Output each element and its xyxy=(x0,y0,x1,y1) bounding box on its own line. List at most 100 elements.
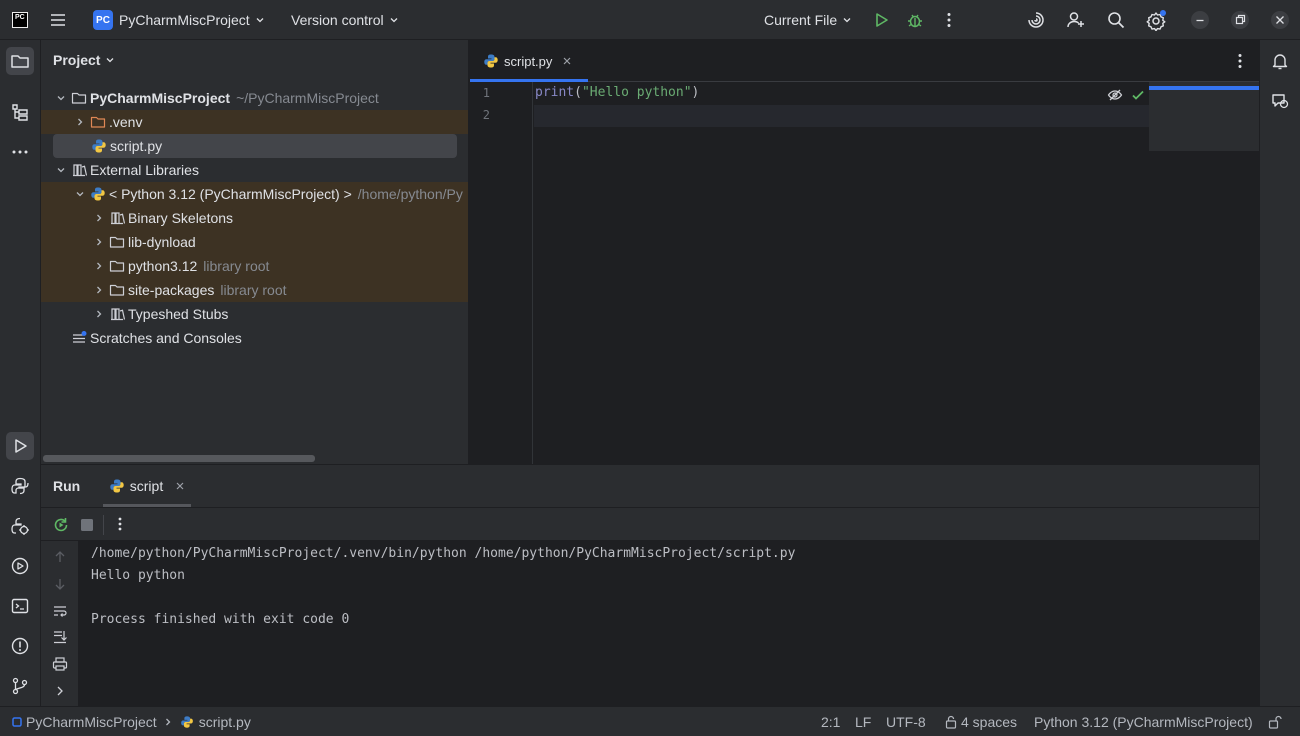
version-control-widget[interactable]: Version control xyxy=(291,0,399,40)
arrow-down-icon xyxy=(55,579,65,590)
chevron-right-icon[interactable] xyxy=(91,258,107,274)
tree-item-library[interactable]: Typeshed Stubs xyxy=(41,302,468,326)
ai-chat-tool-button[interactable] xyxy=(1266,87,1294,115)
terminal-tool-button[interactable] xyxy=(6,592,34,620)
indent-label: 4 spaces xyxy=(961,713,1018,730)
indent-widget[interactable]: 4 spaces xyxy=(945,707,1017,736)
tree-item-python-sdk[interactable]: < Python 3.12 (PyCharmMiscProject) > /ho… xyxy=(41,182,468,206)
horizontal-scrollbar[interactable] xyxy=(43,455,315,462)
unlock-icon xyxy=(1268,715,1282,729)
arrow-up-icon xyxy=(55,551,65,562)
chevron-down-icon[interactable] xyxy=(53,162,69,178)
run-tool-button[interactable] xyxy=(6,432,34,460)
more-tools-button[interactable] xyxy=(6,138,34,166)
run-console[interactable]: /home/python/PyCharmMiscProject/.venv/bi… xyxy=(79,541,1259,707)
tree-item-external-libraries[interactable]: External Libraries xyxy=(41,158,468,182)
scroll-down-button[interactable] xyxy=(52,576,68,592)
settings-button[interactable] xyxy=(1146,0,1168,40)
code-editor[interactable]: 1 2 print("Hello python") xyxy=(470,82,1259,464)
minimap[interactable] xyxy=(1149,82,1259,151)
inspection-status[interactable] xyxy=(1131,88,1145,102)
breadcrumb-project[interactable]: PyCharmMiscProject xyxy=(26,714,157,730)
tree-item-project-root[interactable]: PyCharmMiscProject ~/PyCharmMiscProject xyxy=(41,86,468,110)
soft-wrap-button[interactable] xyxy=(52,603,68,619)
tree-item-library[interactable]: site-packages library root xyxy=(41,278,468,302)
python-sdk-name: < Python 3.12 (PyCharmMiscProject) > xyxy=(109,186,352,202)
interpreter-widget[interactable]: Python 3.12 (PyCharmMiscProject) xyxy=(1034,707,1253,736)
close-tab-icon[interactable] xyxy=(562,56,572,66)
minimap-viewport[interactable] xyxy=(1149,86,1259,90)
project-tool-button[interactable] xyxy=(6,47,34,75)
checkmark-icon xyxy=(1132,90,1144,100)
editor-tab-script[interactable]: script.py xyxy=(470,40,588,82)
close-tab-icon[interactable] xyxy=(175,481,185,491)
tree-item-library[interactable]: python3.12 library root xyxy=(41,254,468,278)
chevron-right-icon[interactable] xyxy=(91,282,107,298)
notifications-tool-button[interactable] xyxy=(1266,47,1294,75)
structure-tool-button[interactable] xyxy=(6,98,34,126)
library-name: site-packages xyxy=(128,282,215,298)
minimize-button[interactable] xyxy=(1190,0,1210,40)
code-with-me-button[interactable] xyxy=(1066,0,1086,40)
library-icon xyxy=(109,306,125,322)
maximize-button[interactable] xyxy=(1230,0,1250,40)
reader-mode-toggle[interactable] xyxy=(1107,87,1123,103)
project-widget[interactable]: PC PyCharmMiscProject xyxy=(93,0,265,40)
console-output-line: Hello python xyxy=(91,568,185,583)
project-panel-header[interactable]: Project xyxy=(53,52,115,68)
run-button[interactable] xyxy=(871,0,891,40)
chevron-down-icon[interactable] xyxy=(72,186,88,202)
stop-button[interactable] xyxy=(81,519,93,531)
git-tool-button[interactable] xyxy=(6,672,34,700)
code-line[interactable]: print("Hello python") xyxy=(535,85,699,100)
tree-item-library[interactable]: lib-dynload xyxy=(41,230,468,254)
run-side-toolbar xyxy=(41,541,79,707)
editor-tab-label: script.py xyxy=(504,53,553,69)
hamburger-icon xyxy=(51,14,65,26)
tree-item-scratches[interactable]: Scratches and Consoles xyxy=(41,326,468,350)
print-button[interactable] xyxy=(52,656,68,672)
main-menu-button[interactable] xyxy=(48,0,68,40)
run-configuration-selector[interactable]: Current File xyxy=(764,0,852,40)
scroll-to-end-button[interactable] xyxy=(52,629,68,645)
python-console-tool-button[interactable] xyxy=(6,512,34,540)
chevron-right-icon[interactable] xyxy=(91,210,107,226)
debug-button[interactable] xyxy=(905,0,925,40)
scroll-up-button[interactable] xyxy=(52,549,68,565)
more-actions-button[interactable] xyxy=(939,0,959,40)
editor-tabs-options-button[interactable] xyxy=(1230,51,1250,71)
expand-toolbar-button[interactable] xyxy=(52,683,68,699)
project-tool-window: Project PyCharmMiscProject ~/PyCharmMisc… xyxy=(41,40,469,464)
file-encoding[interactable]: UTF-8 xyxy=(886,707,926,736)
pycharm-logo[interactable]: PC xyxy=(12,0,28,40)
problems-tool-button[interactable] xyxy=(6,632,34,660)
more-vertical-icon xyxy=(1238,54,1242,68)
ai-assistant-button[interactable] xyxy=(1026,0,1046,40)
python-file-icon xyxy=(91,138,107,154)
python-packages-tool-button[interactable] xyxy=(6,472,34,500)
tree-item-venv[interactable]: .venv xyxy=(41,110,468,134)
services-tool-button[interactable] xyxy=(6,552,34,580)
line-number: 1 xyxy=(482,86,490,100)
tree-item-library[interactable]: Binary Skeletons xyxy=(41,206,468,230)
editor-tab-bar: script.py xyxy=(470,40,1259,82)
chevron-right-icon[interactable] xyxy=(72,114,88,130)
close-window-button[interactable] xyxy=(1270,0,1290,40)
chevron-right-icon[interactable] xyxy=(91,234,107,250)
more-vertical-icon xyxy=(947,13,951,27)
breadcrumb-file[interactable]: script.py xyxy=(199,714,251,730)
run-tab-script[interactable]: script xyxy=(103,465,191,507)
chevron-down-icon[interactable] xyxy=(53,90,69,106)
rerun-button[interactable] xyxy=(52,516,70,534)
read-only-toggle[interactable] xyxy=(1268,707,1282,736)
tree-item-script[interactable]: script.py xyxy=(41,134,468,158)
run-more-button[interactable] xyxy=(111,515,129,533)
python-file-icon xyxy=(483,53,499,69)
line-separator[interactable]: LF xyxy=(855,707,871,736)
chevron-right-icon[interactable] xyxy=(91,306,107,322)
python-icon xyxy=(11,477,29,495)
caret-position[interactable]: 2:1 xyxy=(821,707,840,736)
python-file-icon xyxy=(109,478,125,494)
project-panel-title: Project xyxy=(53,52,101,68)
search-everywhere-button[interactable] xyxy=(1106,0,1126,40)
